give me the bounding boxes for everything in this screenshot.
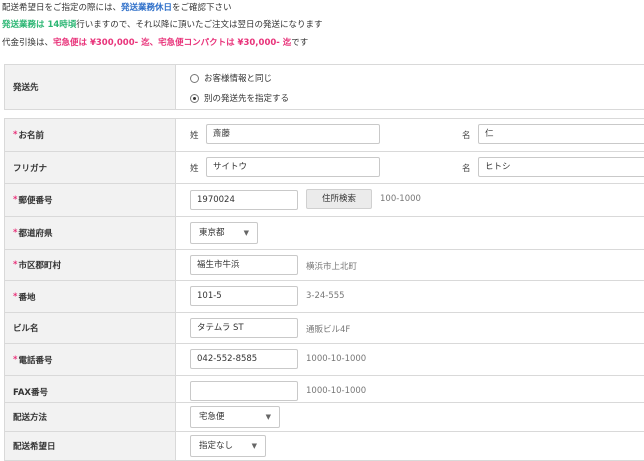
shipping-dest-row: 発送先 お客様情報と同じ 別の発送先を指定する bbox=[4, 65, 644, 110]
prefecture-select[interactable]: 東京都 ▼ bbox=[190, 222, 258, 244]
first-name-input[interactable]: 仁 bbox=[478, 124, 644, 144]
radio-same-as-customer[interactable]: お客様情報と同じ bbox=[190, 72, 272, 84]
building-row: ビル名 タテムラ ST 通販ビル4F bbox=[4, 313, 644, 344]
delivery-date-select[interactable]: 指定なし ▼ bbox=[190, 435, 266, 457]
chevron-down-icon: ▼ bbox=[251, 442, 257, 450]
delivery-date-row: 配送希望日 指定なし ▼ bbox=[4, 432, 644, 461]
shipping-dest-table: 発送先 お客様情報と同じ 別の発送先を指定する bbox=[4, 64, 644, 110]
notice-shipping-time: 発送業務は 14時頃行いますので、それ以降に頂いたご注文は翌日の発送になります bbox=[2, 18, 322, 30]
street-label: * 番地 bbox=[4, 281, 176, 312]
street-hint: 3-24-555 bbox=[306, 291, 345, 301]
notice-highlight: 宅急便は ¥300,000- 迄、宅急便コンパクトは ¥30,000- 迄 bbox=[53, 38, 292, 48]
last-kana-sublabel: 姓 bbox=[190, 164, 199, 174]
holiday-link[interactable]: 発送業務休日 bbox=[121, 3, 172, 13]
radio-other-address[interactable]: 別の発送先を指定する bbox=[190, 92, 289, 104]
phone-hint: 1000-10-1000 bbox=[306, 354, 367, 364]
radio-label: お客様情報と同じ bbox=[204, 74, 273, 84]
notice-text: をご確認下さい bbox=[172, 3, 232, 13]
postal-row: * 郵便番号 1970024 住所検索 100-1000 bbox=[4, 184, 644, 217]
building-label: ビル名 bbox=[4, 313, 176, 343]
city-row: * 市区郡町村 福生市牛浜 横浜市上北町 bbox=[4, 250, 644, 281]
radio-icon[interactable] bbox=[190, 73, 199, 83]
notice-text: です bbox=[291, 38, 309, 48]
last-name-sublabel: 姓 bbox=[190, 131, 199, 141]
kana-label: フリガナ bbox=[4, 152, 176, 183]
building-hint: 通販ビル4F bbox=[306, 325, 351, 335]
postal-hint: 100-1000 bbox=[380, 194, 421, 204]
notice-delivery-date: 配送希望日をご指定の際には、発送業務休日をご確認下さい bbox=[2, 1, 232, 13]
address-form-table: * お名前 姓 斎藤 名 仁 フリガナ 姓 サイトウ 名 ヒトシ * 郵便番号 19… bbox=[4, 118, 644, 408]
address-search-button[interactable]: 住所検索 bbox=[306, 189, 372, 209]
fax-input[interactable] bbox=[190, 381, 298, 401]
delivery-date-value: 指定なし bbox=[199, 441, 234, 451]
city-label: * 市区郡町村 bbox=[4, 250, 176, 280]
chevron-down-icon: ▼ bbox=[243, 229, 249, 237]
notice-text: 代金引換は、 bbox=[2, 38, 54, 48]
shipping-dest-label: 発送先 bbox=[4, 65, 176, 109]
prefecture-value: 東京都 bbox=[199, 228, 225, 238]
name-label: * お名前 bbox=[4, 119, 176, 151]
first-name-sublabel: 名 bbox=[462, 131, 471, 141]
prefecture-row: * 都道府県 東京都 ▼ bbox=[4, 217, 644, 250]
building-input[interactable]: タテムラ ST bbox=[190, 318, 298, 338]
delivery-method-label: 配送方法 bbox=[4, 403, 176, 431]
fax-hint: 1000-10-1000 bbox=[306, 386, 367, 396]
delivery-method-row: 配送方法 宅急便 ▼ bbox=[4, 403, 644, 432]
radio-icon[interactable] bbox=[190, 93, 199, 103]
first-kana-input[interactable]: ヒトシ bbox=[478, 157, 644, 177]
street-input[interactable]: 101-5 bbox=[190, 286, 298, 306]
prefecture-label: * 都道府県 bbox=[4, 217, 176, 249]
street-row: * 番地 101-5 3-24-555 bbox=[4, 281, 644, 313]
last-kana-input[interactable]: サイトウ bbox=[206, 157, 380, 177]
notice-text: 行いますので、それ以降に頂いたご注文は翌日の発送になります bbox=[76, 20, 323, 30]
postal-label: * 郵便番号 bbox=[4, 184, 176, 216]
postal-code-input[interactable]: 1970024 bbox=[190, 190, 298, 210]
radio-label: 別の発送先を指定する bbox=[204, 94, 290, 104]
delivery-method-value: 宅急便 bbox=[199, 412, 225, 422]
delivery-table: 配送方法 宅急便 ▼ 配送希望日 指定なし ▼ bbox=[4, 402, 644, 461]
notice-text: 配送希望日をご指定の際には、 bbox=[2, 3, 122, 13]
city-hint: 横浜市上北町 bbox=[306, 262, 358, 272]
phone-input[interactable]: 042-552-8585 bbox=[190, 349, 298, 369]
last-name-input[interactable]: 斎藤 bbox=[206, 124, 380, 144]
kana-row: フリガナ 姓 サイトウ 名 ヒトシ bbox=[4, 152, 644, 184]
city-input[interactable]: 福生市牛浜 bbox=[190, 255, 298, 275]
notice-highlight: 発送業務は 14時頃 bbox=[2, 20, 77, 30]
notice-cod: 代金引換は、宅急便は ¥300,000- 迄、宅急便コンパクトは ¥30,000… bbox=[2, 36, 308, 48]
name-row: * お名前 姓 斎藤 名 仁 bbox=[4, 119, 644, 152]
phone-label: * 電話番号 bbox=[4, 344, 176, 375]
delivery-date-label: 配送希望日 bbox=[4, 432, 176, 460]
chevron-down-icon: ▼ bbox=[265, 413, 271, 421]
delivery-method-select[interactable]: 宅急便 ▼ bbox=[190, 406, 280, 428]
first-kana-sublabel: 名 bbox=[462, 164, 471, 174]
phone-row: * 電話番号 042-552-8585 1000-10-1000 bbox=[4, 344, 644, 376]
